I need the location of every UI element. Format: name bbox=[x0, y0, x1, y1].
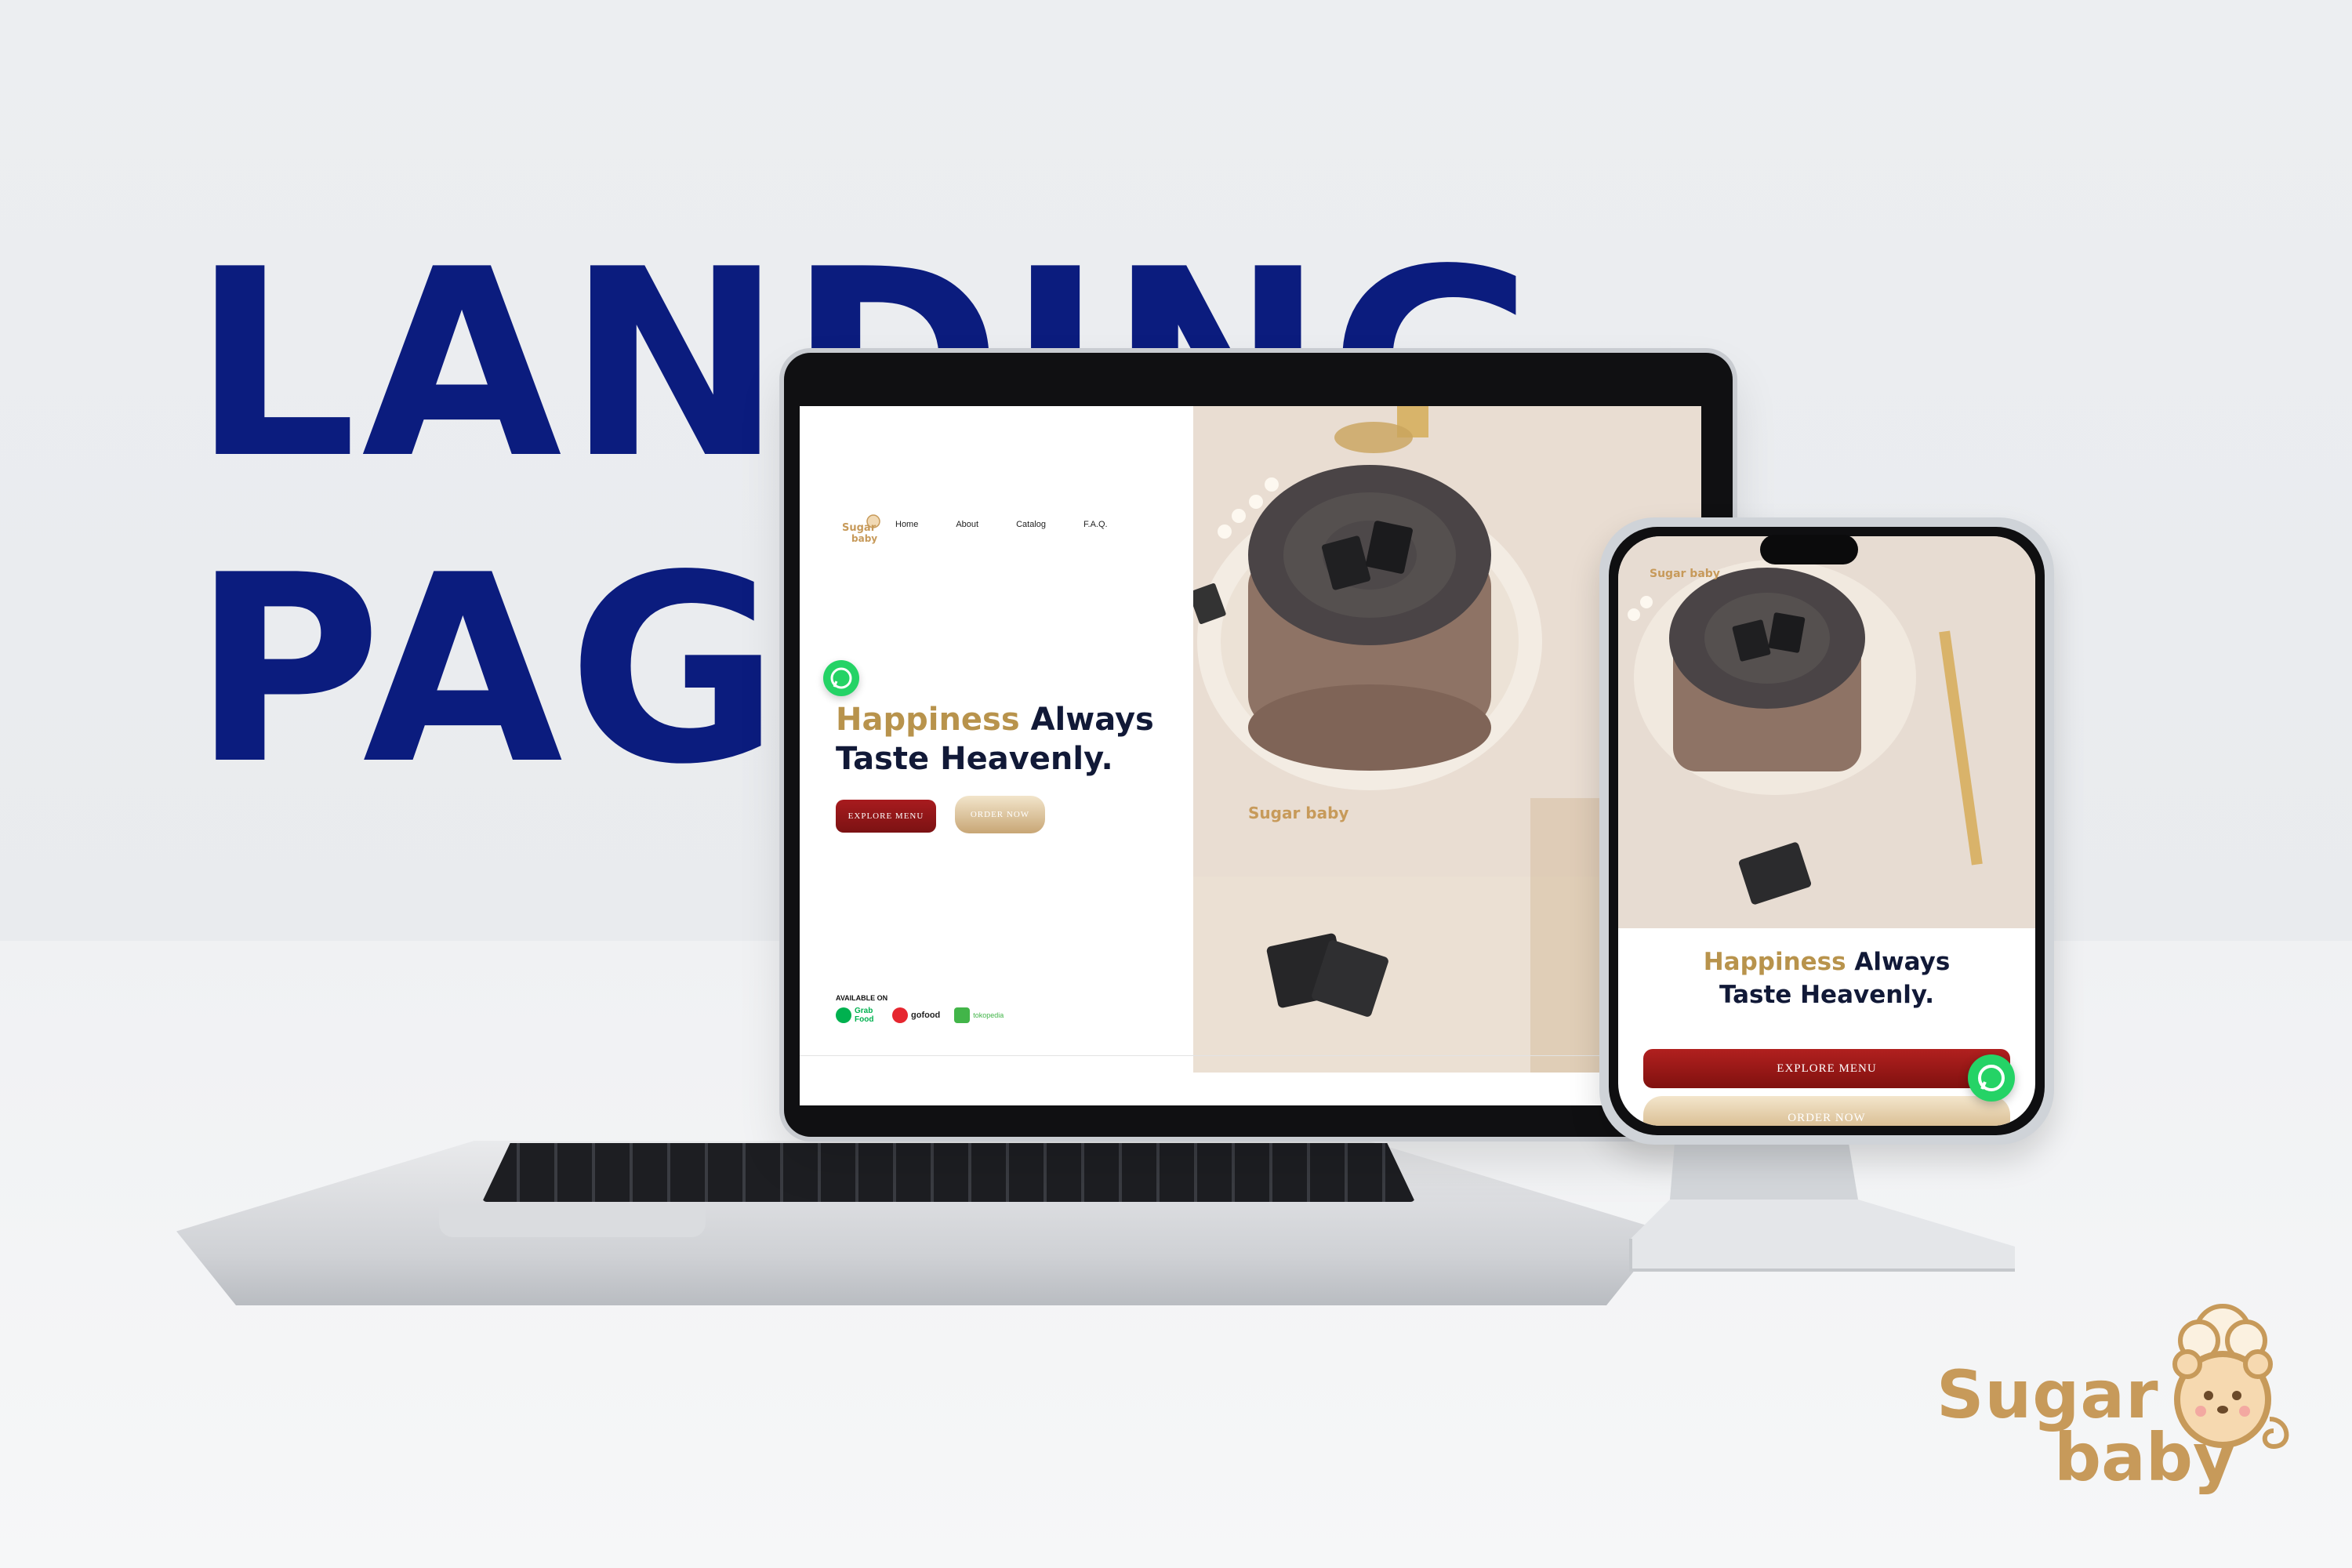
phone-headline-gold-word: Happiness bbox=[1703, 948, 1846, 976]
headline-word-always: Always bbox=[1019, 702, 1154, 738]
partner-tokopedia[interactable]: tokopedia bbox=[954, 1007, 1004, 1023]
site-logo-icon[interactable]: Sugar baby bbox=[839, 510, 886, 550]
partner-tokopedia-label: tokopedia bbox=[973, 1011, 1004, 1019]
laptop-trackpad bbox=[439, 1207, 706, 1237]
hero-heading-line2: PAG bbox=[192, 520, 785, 821]
sugar-baby-brand-logo: Sugar baby bbox=[1936, 1301, 2297, 1505]
partner-gofood-label: gofood bbox=[911, 1011, 941, 1020]
phone-mockup: Sugar baby Happiness Always Taste Heaven… bbox=[1599, 517, 2054, 1145]
nav-about[interactable]: About bbox=[956, 520, 978, 529]
partner-list: Grab Food gofood tokopedia bbox=[836, 1007, 1004, 1024]
phone-logo[interactable]: Sugar baby bbox=[1650, 568, 1720, 580]
phone-cake-photo bbox=[1618, 536, 2035, 928]
explore-menu-button[interactable]: EXPLORE MENU bbox=[836, 800, 936, 833]
headline-line2: Taste Heavenly. bbox=[836, 741, 1113, 777]
svg-text:baby: baby bbox=[851, 533, 877, 544]
phone-screen: Sugar baby Happiness Always Taste Heaven… bbox=[1618, 536, 2035, 1126]
site-divider bbox=[800, 1055, 1701, 1056]
nav-faq[interactable]: F.A.Q. bbox=[1083, 520, 1108, 529]
tokopedia-icon bbox=[954, 1007, 971, 1023]
nav-catalog[interactable]: Catalog bbox=[1016, 520, 1046, 529]
partner-gofood[interactable]: gofood bbox=[892, 1007, 940, 1023]
site-hero-left-panel: Sugar baby Home About Catalog F.A.Q. Hap… bbox=[800, 406, 1192, 1080]
phone-headline-line2: Taste Heavenly. bbox=[1719, 981, 1935, 1009]
site-headline: Happiness Always Taste Heavenly. bbox=[836, 700, 1154, 779]
phone-dynamic-island bbox=[1760, 535, 1858, 564]
whatsapp-icon[interactable] bbox=[823, 660, 859, 696]
partner-grabfood[interactable]: Grab Food bbox=[836, 1007, 878, 1024]
laptop-keyboard bbox=[482, 1143, 1415, 1202]
svg-text:Sugar: Sugar bbox=[842, 522, 877, 534]
site-nav: Home About Catalog F.A.Q. bbox=[895, 520, 1108, 529]
brand-word-baby: baby bbox=[2054, 1419, 2236, 1496]
partner-grabfood-label: Grab Food bbox=[855, 1007, 874, 1024]
available-on-label: AVAILABLE ON bbox=[836, 994, 888, 1002]
phone-whatsapp-icon[interactable] bbox=[1968, 1054, 2015, 1102]
laptop-screen: Sugar baby Home About Catalog F.A.Q. Hap… bbox=[800, 406, 1701, 1105]
nav-home[interactable]: Home bbox=[895, 520, 918, 529]
order-now-button[interactable]: ORDER NOW bbox=[955, 796, 1045, 833]
gofood-icon bbox=[892, 1007, 908, 1023]
phone-explore-menu-button[interactable]: EXPLORE MENU bbox=[1643, 1049, 2010, 1088]
phone-order-now-button[interactable]: ORDER NOW bbox=[1643, 1096, 2010, 1126]
phone-headline: Happiness Always Taste Heavenly. bbox=[1618, 946, 2035, 1011]
headline-gold-word: Happiness bbox=[836, 702, 1020, 738]
photo-logo: Sugar baby bbox=[1248, 804, 1349, 822]
grabfood-icon bbox=[836, 1007, 851, 1023]
phone-headline-word-always: Always bbox=[1846, 948, 1951, 976]
